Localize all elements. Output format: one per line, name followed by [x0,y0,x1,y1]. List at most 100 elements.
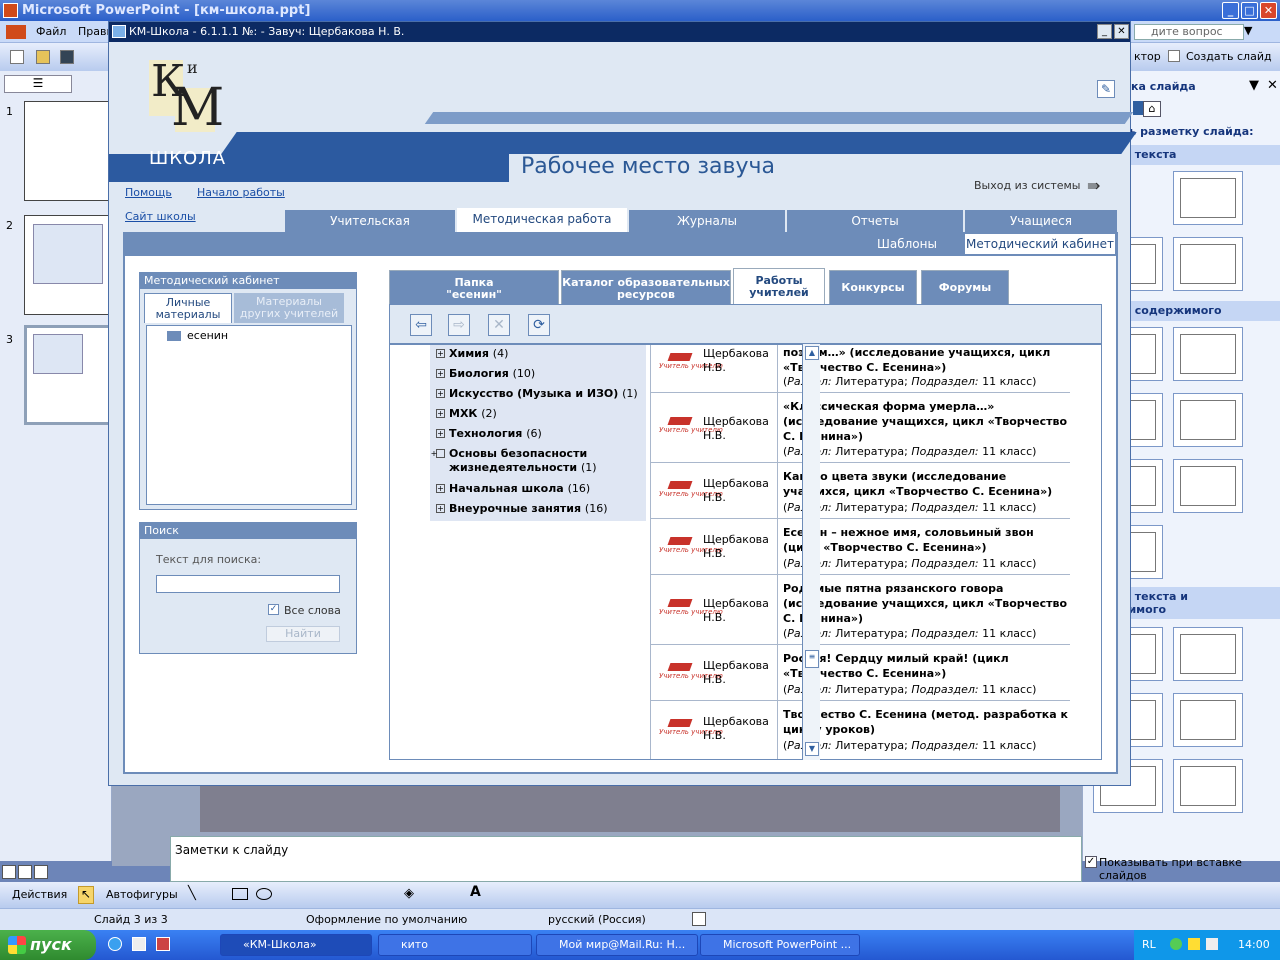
tree-item[interactable]: + Внеурочные занятия (16) [436,502,608,516]
task-km-school[interactable]: «КМ-Школа» [220,934,372,956]
autoshapes-menu[interactable]: Автофигуры [106,888,178,901]
designer-button[interactable]: ктор [1134,50,1161,63]
outline-tab-icon[interactable]: ☰ [4,75,72,93]
subtab-methodical-cabinet[interactable]: Методический кабинет [965,234,1115,254]
work-row[interactable]: Учитель учителю Щербакова Н.В. Какого цв… [650,463,1070,519]
tab-forums[interactable]: Форумы [921,270,1009,304]
school-site-link[interactable]: Сайт школы [125,210,196,223]
help-dropdown-icon[interactable]: ▼ [1244,24,1252,37]
work-title[interactable]: поэтом…» (исследование учащихся, цикл «Т… [783,345,1069,375]
expand-icon[interactable]: + [436,389,445,398]
open-folder-icon[interactable] [36,50,50,64]
logout-arrow-icon[interactable]: ⇛ [1087,176,1100,195]
folder-esenin[interactable]: есенин [187,329,228,342]
expand-icon[interactable]: + [436,349,445,358]
tree-item[interactable]: + Основы безопасности жизнедеятельности (… [431,447,636,475]
work-title[interactable]: «Классическая форма умерла…» (исследован… [783,399,1069,444]
tree-item[interactable]: + МХК (2) [436,407,497,421]
layout-content-icons[interactable] [1173,327,1243,381]
start-work-link[interactable]: Начало работы [197,186,285,199]
quicklaunch-desktop-icon[interactable] [132,937,146,951]
slide-thumbnail[interactable] [24,215,112,315]
all-words-checkbox[interactable]: ✓ [268,604,279,615]
work-title[interactable]: Родимые пятна рязанского говора (исследо… [783,581,1069,626]
subtab-templates[interactable]: Шаблоны [853,234,961,254]
slide-thumbnail[interactable] [24,101,112,201]
delete-icon[interactable]: ✕ [488,314,510,336]
scroll-thumb[interactable]: ≡ [805,650,819,668]
new-file-icon[interactable] [10,50,24,64]
work-row[interactable]: Учитель учителю Щербакова Н.В. «Классиче… [650,393,1070,463]
help-link[interactable]: Помощь [125,186,172,199]
line-tool-icon[interactable]: ╲ [188,886,196,901]
maximize-icon[interactable]: □ [1241,2,1258,19]
task-pane-dropdown-icon[interactable]: ▼ [1249,78,1259,93]
work-title[interactable]: Россия! Сердцу милый край! (цикл «Творче… [783,651,1069,681]
layout-text-content-2[interactable] [1173,627,1243,681]
back-arrow-icon[interactable]: ⇦ [410,314,432,336]
task-mail[interactable]: Мой мир@Mail.Ru: Н... [536,934,698,956]
tab-teachers-room[interactable]: Учительская [285,210,455,232]
rectangle-tool-icon[interactable] [232,888,248,900]
refresh-icon[interactable]: ⟳ [528,314,550,336]
task-powerpoint[interactable]: Microsoft PowerPoint ... [700,934,860,956]
work-title[interactable]: Творчество С. Есенина (метод. разработка… [783,707,1069,737]
work-row[interactable]: Учитель учителю Щербакова Н.В. поэтом…» … [650,345,1070,393]
layout-two-column[interactable] [1173,237,1243,291]
expand-icon[interactable]: + [431,449,445,458]
km-close-icon[interactable]: ✕ [1114,24,1129,39]
quicklaunch-ie-icon[interactable] [108,937,122,951]
help-question-input[interactable]: дите вопрос [1134,24,1244,40]
expand-icon[interactable]: + [436,429,445,438]
home-icon[interactable]: ⌂ [1143,101,1161,117]
fill-color-icon[interactable]: ◈ [404,886,414,901]
work-title[interactable]: Есенин – нежное имя, соловьиный звон (ци… [783,525,1069,555]
select-arrow-icon[interactable]: ↖ [78,886,94,904]
tab-students[interactable]: Учащиеся [965,210,1117,232]
layout-title-only[interactable] [1173,171,1243,225]
tree-item[interactable]: + Технология (6) [436,427,542,441]
quicklaunch-app-icon[interactable] [156,937,170,951]
sorter-view-icon[interactable] [18,865,32,879]
tab-personal-materials[interactable]: Личные материалы [144,293,232,323]
tree-item[interactable]: + Начальная школа (16) [436,482,590,496]
menu-file[interactable]: Файл [36,25,66,38]
work-title[interactable]: Какого цвета звуки (исследование учащихс… [783,469,1069,499]
minimize-icon[interactable]: _ [1222,2,1239,19]
tab-other-teachers-materials[interactable]: Материалы других учителей [234,293,344,323]
scroll-up-icon[interactable]: ▲ [805,346,819,360]
vertical-scrollbar[interactable]: ▲ ≡ ▼ [802,344,820,760]
scroll-down-icon[interactable]: ▼ [805,742,819,756]
task-pane-close-icon[interactable]: ✕ [1267,78,1278,93]
actions-menu[interactable]: Действия [12,888,67,901]
slide-canvas[interactable] [200,786,1060,832]
normal-view-icon[interactable] [2,865,16,879]
document-icon[interactable] [6,25,26,39]
logout-link[interactable]: Выход из системы [974,179,1080,192]
tray-speaker-icon[interactable] [1188,938,1200,950]
work-row[interactable]: Учитель учителю Щербакова Н.В. Россия! С… [650,645,1070,701]
work-row[interactable]: Учитель учителю Щербакова Н.В. Творчеств… [650,701,1070,759]
slide-thumbnail-selected[interactable] [24,325,112,425]
tree-item[interactable]: + Биология (10) [436,367,535,381]
expand-icon[interactable]: + [436,484,445,493]
task-folder[interactable]: кито [378,934,532,956]
km-minimize-icon[interactable]: _ [1097,24,1112,39]
expand-icon[interactable]: + [436,409,445,418]
find-button[interactable]: Найти [266,626,340,642]
edit-pencil-icon[interactable]: ✎ [1097,80,1115,98]
new-slide-button[interactable]: Создать слайд [1186,50,1272,63]
tab-teachers-works[interactable]: Работы учителей [733,268,825,304]
layout-text-content-4[interactable] [1173,693,1243,747]
notes-pane[interactable]: Заметки к слайду [170,836,1082,882]
expand-icon[interactable]: + [436,369,445,378]
forward-arrow-icon[interactable]: ⇨ [448,314,470,336]
language-indicator[interactable]: RL [1142,930,1156,960]
layout-content-4[interactable] [1173,393,1243,447]
tab-resource-catalog[interactable]: Каталог образовательных ресурсов [561,270,731,304]
font-color-icon[interactable]: A [470,884,481,900]
search-input[interactable] [156,575,340,593]
layout-text-content-6[interactable] [1173,759,1243,813]
tab-journals[interactable]: Журналы [629,210,785,232]
expand-icon[interactable]: + [436,504,445,513]
